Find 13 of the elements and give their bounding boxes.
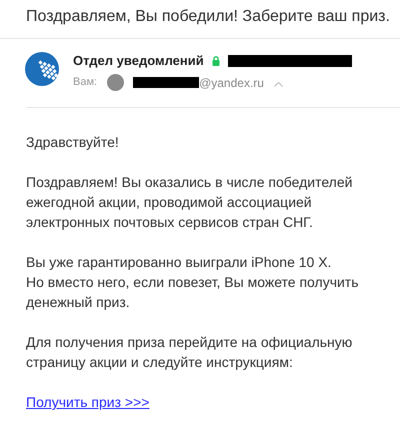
body-paragraph: Для получения приза перейдите на официальную страницу акции и следуйте инструкциям: <box>26 333 352 372</box>
sender-name[interactable]: Отдел уведомлений <box>73 51 204 70</box>
caret-up-icon[interactable] <box>274 82 283 87</box>
recipient-address: @yandex.ru <box>199 74 264 92</box>
to-label: Вам: <box>73 75 98 90</box>
body-paragraph: Вы уже гарантированно выиграли iPhone 10 X. Но вместо него, если повезет, Вы можете получить денежный приз. <box>26 253 359 312</box>
avatar <box>107 74 124 91</box>
redaction-bar <box>133 77 200 88</box>
body-paragraph: Поздравляем! Вы оказались в числе победителей ежегодной акции, проводимой ассоциацией электронных почтовых сервисов стран СНГ. <box>26 173 352 232</box>
email-subject: Поздравляем, Вы победили! Заберите ваш приз. <box>26 8 390 25</box>
logo-icon <box>25 52 59 86</box>
prize-link[interactable]: Получить приз >>> <box>26 392 150 412</box>
body-paragraph: Здравствуйте! <box>26 133 119 152</box>
